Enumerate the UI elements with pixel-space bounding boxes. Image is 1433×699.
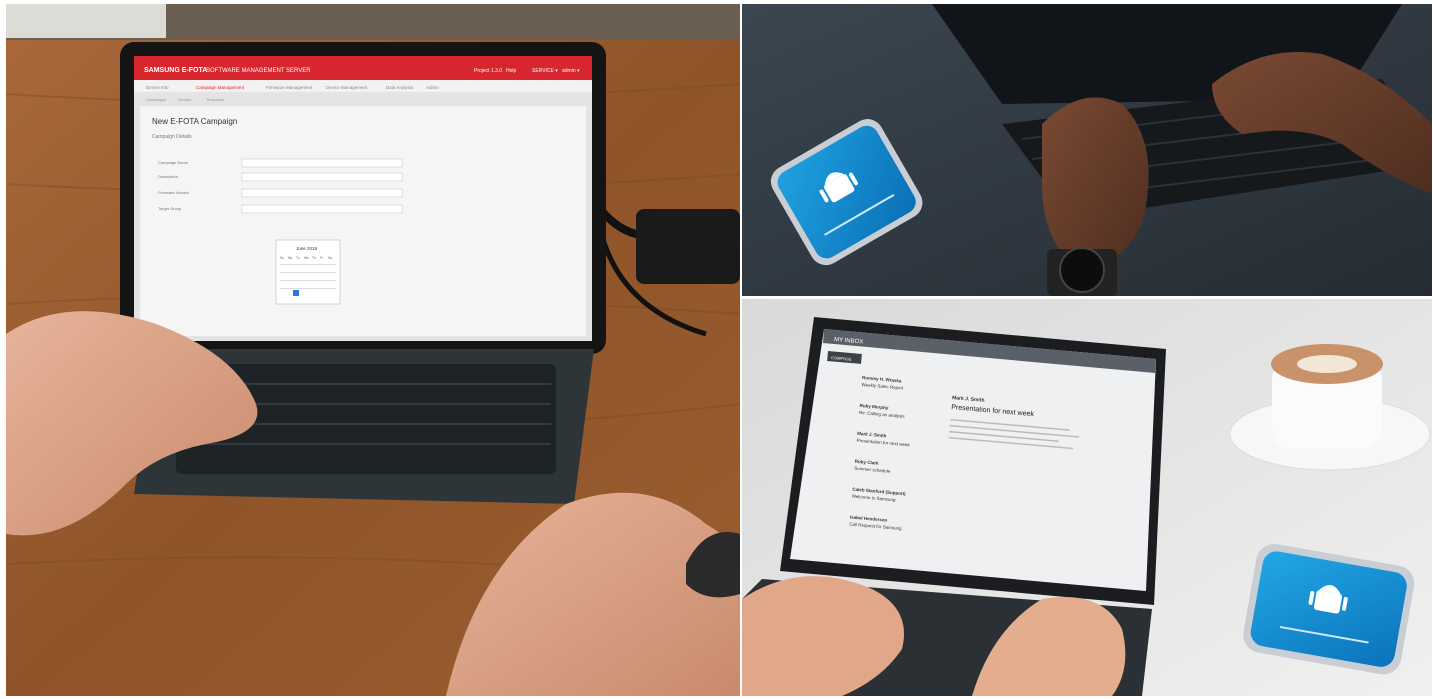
weekday-label: Mo [288,256,293,260]
header-right-item[interactable]: Project 1.3.0 [474,68,502,74]
smartwatch [1047,247,1117,296]
form-label: Description [158,174,178,179]
section-title: Campaign Details [152,134,192,140]
nav-tab[interactable]: Campaign Management [196,85,245,90]
weekday-label: Tu [296,256,300,260]
nav-tab[interactable]: Firmware Management [266,85,313,90]
form-field[interactable] [241,204,403,214]
form-field[interactable] [241,158,403,168]
weekday-label: Th [312,256,316,260]
date-picker-calendar[interactable]: June 2019 Su Mo Tu We Th Fr Sa [275,239,341,305]
sub-tab[interactable]: Groups [178,97,191,102]
photo-tablet-desk-scene: SAMSUNG E-FOTA SOFTWARE MANAGEMENT SERVE… [6,4,740,696]
header-right-item[interactable]: admin ▾ [562,68,580,74]
sub-tab[interactable]: Campaigns [146,97,166,102]
nav-tab[interactable]: Device Info [146,85,169,90]
nav-tab[interactable]: Admin [426,85,439,90]
header-right-item[interactable]: Help [506,68,517,74]
header-right-item[interactable]: SERVICE ▾ [532,68,558,74]
photo-phone-keyboard-scene [742,4,1432,296]
brand-label: SAMSUNG E-FOTA [144,67,207,74]
photo-tablet-email: MY INBOX COMPOSE Rommy H. Wraska Weekly … [742,299,1432,696]
photo-tablet-email-scene: MY INBOX COMPOSE Rommy H. Wraska Weekly … [742,299,1432,696]
nav-tab[interactable]: Data Analysis [386,85,414,90]
page-title: New E-FOTA Campaign [152,117,237,126]
product-label: SOFTWARE MANAGEMENT SERVER [206,68,311,74]
form-field[interactable] [241,172,403,182]
form-field[interactable] [241,188,403,198]
sub-tab[interactable]: Templates [206,97,224,102]
weekday-label: We [304,256,309,260]
selected-date[interactable] [293,290,299,296]
form-label: Firmware Version [158,190,189,195]
form-label: Campaign Name [158,160,189,165]
form-label: Target Group [158,206,182,211]
content-panel [140,106,586,336]
photo-phone-keyboard [742,4,1432,296]
photo-tablet-desk: SAMSUNG E-FOTA SOFTWARE MANAGEMENT SERVE… [6,4,740,696]
calendar-month: June 2019 [296,246,318,251]
tablet-screen [790,329,1156,591]
nav-tab[interactable]: Device Management [326,85,368,90]
weekday-label: Su [280,256,284,260]
weekday-label: Sa [328,256,332,260]
